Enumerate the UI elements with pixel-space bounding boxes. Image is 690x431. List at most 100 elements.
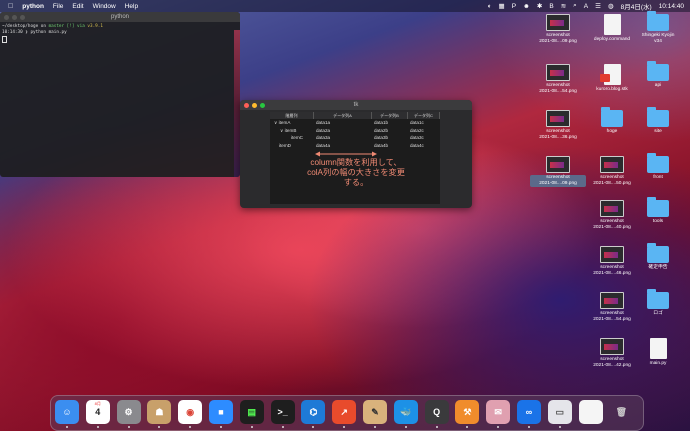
dock-trash-icon[interactable]: 🗑 (609, 400, 633, 424)
running-indicator (158, 426, 161, 428)
desktop-item[interactable]: api (630, 61, 686, 89)
tk-title-bar[interactable]: tk (240, 100, 472, 110)
terminal-title-bar[interactable]: python (0, 12, 240, 22)
menu-time[interactable]: 10:14:40 (659, 3, 684, 10)
menu-window[interactable]: Window (93, 3, 116, 10)
status-wifi-icon[interactable]: ≋ (561, 2, 566, 10)
zoom-button[interactable] (20, 14, 25, 20)
desktop-item[interactable]: front (630, 153, 686, 181)
desktop-item-label: screenshot 2021-08....36.png (539, 129, 577, 140)
status-grid-icon[interactable]: ▦ (499, 2, 505, 10)
dock-preview-tools-icon[interactable]: ✎ (363, 400, 387, 428)
menu-file[interactable]: File (53, 3, 63, 10)
status-bluetooth-icon[interactable]: ✱ (537, 2, 542, 10)
menu-help[interactable]: Help (125, 3, 138, 10)
menu-bar:  python File Edit Window Help ◐ ▦ P ☻ ✱… (0, 0, 690, 12)
status-mic-icon[interactable]: ◐ (488, 3, 492, 10)
desktop-item[interactable]: screenshot 2021-08....36.png (530, 110, 586, 141)
dock-textedit-icon[interactable]: ✉ (486, 400, 511, 428)
folder-icon (647, 243, 669, 263)
dock-activity-monitor-icon[interactable]: ▤ (239, 400, 264, 428)
terminal-window[interactable]: python ~/desktop/hoge on master [!] via … (0, 12, 240, 177)
screenshot-thumbnail-icon (546, 110, 570, 127)
dock-docker-icon[interactable]: 🐳 (393, 400, 418, 428)
status-cat-icon[interactable]: ☻ (523, 3, 530, 10)
dock-infinity-icon[interactable]: ∞ (517, 400, 541, 428)
column-header-c[interactable]: データ列C (408, 112, 440, 119)
dock-vscode-icon[interactable]: ⌬ (301, 400, 326, 428)
screenshot-thumbnail-icon (546, 64, 570, 81)
desktop-item-label: tools (652, 219, 664, 224)
tree-row[interactable]: itemD data4a data4b data4c (270, 142, 440, 150)
dock-glyph: 🐳 (400, 406, 412, 417)
dock-glyph: ☗ (155, 406, 164, 417)
dock-document-icon[interactable] (578, 400, 603, 424)
treeview-header: 階層列 データ列A データ列B データ列C (270, 112, 440, 119)
dock-contacts-icon[interactable]: ☗ (147, 400, 172, 428)
desktop-item[interactable]: site (630, 107, 686, 135)
screenshot-thumbnail-icon (546, 156, 570, 173)
desktop-item-label: screenshot 2021-08....54.png (539, 83, 577, 94)
zoom-button[interactable] (260, 102, 265, 108)
desktop-item[interactable]: Shingeki Kyojin v34 (630, 11, 686, 45)
tree-row[interactable]: ∨ itemA data1a data1b data1c (270, 119, 440, 127)
column-header-tree[interactable]: 階層列 (270, 112, 314, 119)
minimize-button[interactable] (12, 14, 17, 20)
menu-date[interactable]: 8月4日(水) (621, 1, 652, 11)
prompt-command: 10:14:30 ❯ python main.py (2, 30, 67, 35)
desktop-item[interactable]: screenshot 2021-08....54.png (530, 64, 586, 95)
terminal-output[interactable]: ~/desktop/hoge on master [!] via v3.9.1 … (2, 24, 103, 44)
treeview-rows: ∨ itemA data1a data1b data1c ∨ itemB data2a da… (270, 119, 440, 149)
status-control-icon[interactable]: ☰ (595, 2, 601, 10)
screenshot-thumbnail-icon (600, 246, 624, 263)
dock-terminal-icon[interactable]: >_ (270, 400, 295, 428)
dock-calendar-icon[interactable]: 4 8月 (85, 400, 110, 428)
desktop-item[interactable]: screenshot 2021-08....09.png (530, 156, 586, 187)
desktop-item[interactable]: screenshot 2021-08....09.png (530, 14, 586, 45)
status-siri-icon[interactable]: ◍ (608, 2, 614, 10)
tk-window[interactable]: tk 階層列 データ列A データ列B データ列C ∨ itemA data1a da… (240, 100, 472, 208)
prompt-path: ~/desktop/hoge on (2, 24, 49, 29)
running-indicator (497, 426, 500, 428)
minimize-button[interactable] (252, 102, 257, 108)
dock-chrome-icon[interactable]: ◉ (178, 400, 203, 428)
desktop-item[interactable]: main.py (630, 338, 686, 367)
dock-sourcetree-icon[interactable]: ⚒ (455, 400, 480, 428)
desktop-item[interactable]: 確定申告 (630, 243, 686, 271)
close-button[interactable] (244, 102, 249, 108)
desktop-item[interactable]: tools (630, 197, 686, 225)
menu-edit[interactable]: Edit (72, 3, 83, 10)
dock-screenshot-thumb-icon[interactable]: ▭ (547, 400, 572, 428)
column-header-a[interactable]: データ列A (314, 112, 372, 119)
dock-quicktime-icon[interactable]: Q (424, 400, 449, 428)
status-a-icon[interactable]: A (584, 3, 588, 10)
screenshot-thumbnail-icon (600, 338, 624, 355)
cell-c: data1c (410, 120, 424, 125)
tree-row[interactable]: itemC data3a data3b data3c (270, 134, 440, 142)
dock-system-preferences-icon[interactable]: ⚙ (116, 400, 141, 428)
running-indicator (466, 426, 469, 428)
cell-a: data3a (316, 135, 331, 140)
prompt-version: v3.9.1 (87, 24, 103, 29)
folder-icon (647, 61, 669, 81)
close-button[interactable] (4, 14, 9, 20)
window-controls[interactable] (4, 14, 25, 20)
dock-glyph: ▭ (555, 406, 565, 417)
desktop-item[interactable]: ロゴ (630, 289, 686, 317)
screenshot-thumbnail-icon (546, 14, 570, 31)
status-search-icon[interactable]: ⌕ (573, 2, 577, 10)
window-controls[interactable] (244, 102, 265, 108)
dock-finder-icon[interactable]: ☺ (55, 400, 79, 428)
dock-grapher-icon[interactable]: ↗ (332, 400, 357, 428)
apple-icon[interactable]:  (8, 3, 13, 10)
menu-app-name[interactable]: python (22, 3, 44, 10)
dock-zoom-icon[interactable]: ■ (209, 400, 233, 428)
status-p-icon[interactable]: P (512, 3, 516, 10)
column-header-b[interactable]: データ列B (372, 112, 408, 119)
dock-glyph: ◉ (186, 406, 195, 417)
dock-glyph: ▤ (247, 406, 257, 417)
document-icon (649, 338, 667, 359)
status-b-icon[interactable]: B (549, 3, 553, 10)
running-indicator (558, 426, 561, 428)
tree-row[interactable]: ∨ itemB data2a data2b data2c (270, 127, 440, 135)
